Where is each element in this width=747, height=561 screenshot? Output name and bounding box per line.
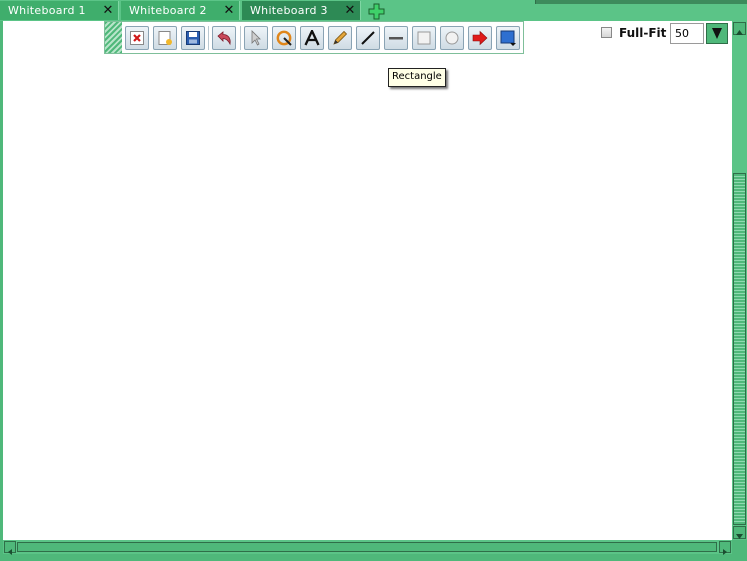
line-tool-button[interactable] — [356, 26, 380, 50]
scrollbar-corner — [732, 540, 747, 556]
arrow-up-icon — [736, 30, 743, 35]
pencil-tool-button[interactable] — [328, 26, 352, 50]
clipart-icon — [276, 30, 292, 46]
zoom-dropdown-button[interactable] — [706, 23, 728, 44]
save-button[interactable] — [181, 26, 205, 50]
scroll-right-button[interactable] — [719, 541, 731, 555]
toolbar-separator — [208, 26, 209, 50]
close-tab-icon[interactable]: ✕ — [222, 1, 236, 20]
drawing-toolbar — [104, 21, 524, 54]
pencil-icon — [333, 30, 348, 45]
clear-x-icon — [130, 31, 144, 45]
whiteboard-canvas[interactable] — [3, 21, 732, 540]
undo-arrow-icon — [217, 31, 231, 46]
scroll-up-button[interactable] — [733, 22, 746, 35]
ellipse-tool-button[interactable] — [440, 26, 464, 50]
tab-whiteboard-3[interactable]: Whiteboard 3 ✕ — [242, 1, 361, 20]
add-tab-button[interactable] — [368, 3, 385, 20]
vertical-scroll-thumb[interactable] — [733, 173, 746, 525]
plus-icon — [368, 3, 385, 20]
undo-button[interactable] — [212, 26, 236, 50]
horizontal-scroll-thumb[interactable] — [17, 542, 717, 552]
zoom-input[interactable]: 50 — [670, 23, 704, 44]
red-arrow-icon — [472, 30, 488, 46]
tab-label: Whiteboard 2 — [129, 4, 207, 17]
rectangle-tool-button[interactable] — [412, 26, 436, 50]
clipart-tool-button[interactable] — [272, 26, 296, 50]
tab-whiteboard-1[interactable]: Whiteboard 1 ✕ — [0, 1, 119, 20]
tab-label: Whiteboard 3 — [250, 4, 328, 17]
line-icon — [361, 31, 375, 45]
tab-whiteboard-2[interactable]: Whiteboard 2 ✕ — [121, 1, 240, 20]
tab-label: Whiteboard 1 — [8, 4, 86, 17]
toolbar-drag-handle[interactable] — [105, 22, 122, 53]
fullfit-label: Full-Fit — [619, 26, 667, 40]
pointer-arrow-icon — [251, 30, 261, 46]
horizontal-line-tool-button[interactable] — [384, 26, 408, 50]
rectangle-icon — [417, 31, 431, 45]
toolbar-separator — [240, 26, 241, 50]
select-tool-button[interactable] — [244, 26, 268, 50]
scroll-down-button[interactable] — [733, 526, 746, 539]
new-document-icon — [158, 31, 172, 45]
chevron-down-icon — [712, 28, 722, 39]
clear-button[interactable] — [125, 26, 149, 50]
horizontal-bar-icon — [389, 37, 403, 40]
fullfit-checkbox[interactable] — [601, 27, 612, 38]
horizontal-scrollbar[interactable] — [3, 540, 732, 555]
save-disk-icon — [186, 31, 200, 45]
ellipse-icon — [445, 31, 459, 45]
close-tab-icon[interactable]: ✕ — [343, 1, 357, 20]
scroll-left-button[interactable] — [4, 541, 16, 555]
arrow-tool-button[interactable] — [468, 26, 492, 50]
new-document-button[interactable] — [153, 26, 177, 50]
top-frame-edge — [535, 0, 747, 4]
tooltip: Rectangle — [388, 68, 446, 87]
text-tool-button[interactable] — [300, 26, 324, 50]
text-a-icon — [304, 30, 320, 46]
color-picker-icon — [500, 30, 516, 46]
vertical-scrollbar[interactable] — [732, 21, 747, 540]
color-picker-button[interactable] — [496, 26, 520, 50]
close-tab-icon[interactable]: ✕ — [101, 1, 115, 20]
